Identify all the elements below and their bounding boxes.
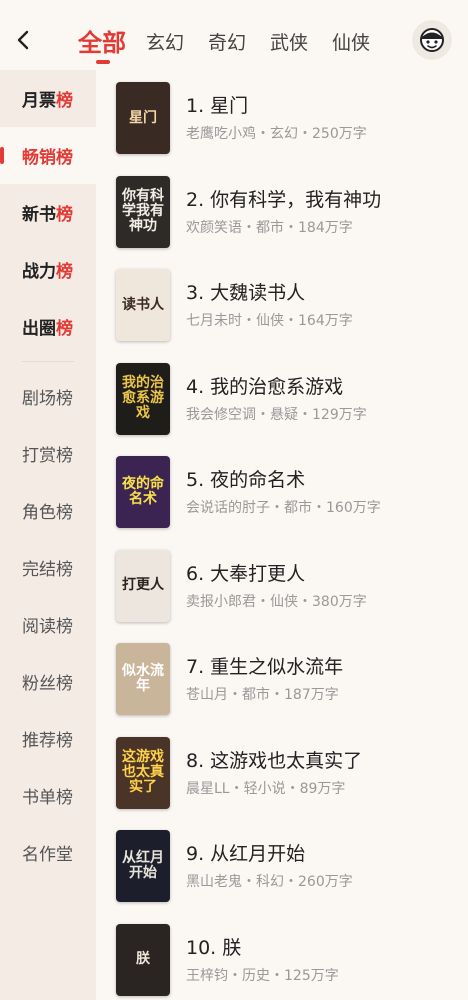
- book-title[interactable]: 8. 这游戏也太真实了: [186, 746, 362, 773]
- cover-title-art: 打更人: [122, 577, 164, 593]
- sidebar-item-monthly-ticket[interactable]: 月票榜: [0, 70, 96, 127]
- sidebar-item-label-suffix: 榜: [56, 262, 73, 282]
- book-meta: 欢颜笑语・都市・184万字: [186, 219, 353, 236]
- category-tabs: 全部 玄幻 奇幻 武侠 仙侠: [70, 16, 394, 64]
- sidebar-item-label: 月票: [22, 91, 56, 111]
- book-item[interactable]: 我的治愈系游戏 4. 我的治愈系游戏 我会修空调・悬疑・129万字: [96, 351, 468, 445]
- book-cover[interactable]: 你有科学我有神功: [116, 175, 170, 248]
- sidebar-item-label: 出圈: [22, 319, 56, 339]
- book-item[interactable]: 打更人 6. 大奉打更人 卖报小郎君・仙侠・380万字: [96, 538, 468, 632]
- sidebar-item-fans[interactable]: 粉丝榜: [0, 653, 96, 710]
- book-ranking-list: 星门 1. 星门 老鹰吃小鸡・玄幻・250万字 你有科学我有神功 2. 你有科学…: [96, 70, 468, 1000]
- book-title[interactable]: 3. 大魏读书人: [186, 278, 305, 305]
- book-item[interactable]: 这游戏也太真实了 8. 这游戏也太真实了 晨星LL・轻小说・89万字: [96, 725, 468, 819]
- cover-title-art: 读书人: [122, 296, 164, 313]
- cover-title-art: 你有科学我有神功: [122, 188, 164, 234]
- cover-title-art: 星门: [129, 109, 157, 126]
- book-meta: 晨星LL・轻小说・89万字: [186, 780, 346, 797]
- book-meta: 苍山月・都市・187万字: [186, 687, 339, 703]
- chevron-left-icon: [17, 30, 29, 50]
- book-item[interactable]: 读书人 3. 大魏读书人 七月未时・仙侠・164万字: [96, 257, 468, 351]
- sidebar-item-reading[interactable]: 阅读榜: [0, 596, 96, 653]
- book-meta: 卖报小郎君・仙侠・380万字: [186, 593, 367, 610]
- sidebar-item-tips[interactable]: 打赏榜: [0, 425, 96, 482]
- cover-title-art: 似水流年: [122, 663, 164, 694]
- sidebar-item-bestseller[interactable]: 畅销榜: [0, 127, 96, 184]
- back-button[interactable]: [6, 20, 42, 60]
- sidebar-item-masterpieces[interactable]: 名作堂: [0, 824, 96, 881]
- book-cover[interactable]: 星门: [116, 82, 170, 154]
- sidebar-item-label-suffix: 榜: [56, 205, 73, 225]
- book-title[interactable]: 9. 从红月开始: [186, 839, 305, 866]
- book-meta: 我会修空调・悬疑・129万字: [186, 406, 367, 423]
- book-cover[interactable]: 似水流年: [116, 643, 170, 715]
- monkey-face-icon: [420, 28, 444, 52]
- tab-all[interactable]: 全部: [70, 30, 126, 64]
- book-cover[interactable]: 我的治愈系游戏: [116, 362, 170, 435]
- book-title[interactable]: 2. 你有科学，我有神功: [186, 185, 381, 212]
- book-cover[interactable]: 打更人: [116, 549, 170, 622]
- sidebar-item-characters[interactable]: 角色榜: [0, 482, 96, 539]
- sidebar-divider: [22, 361, 74, 362]
- cover-title-art: 这游戏也太真实了: [122, 749, 164, 795]
- sidebar-item-power[interactable]: 战力榜: [0, 241, 96, 298]
- cover-title-art: 夜的命名术: [122, 476, 164, 507]
- tab-wuxia[interactable]: 武侠: [270, 30, 308, 64]
- book-item[interactable]: 似水流年 7. 重生之似水流年 苍山月・都市・187万字: [96, 631, 468, 725]
- book-cover[interactable]: 夜的命名术: [116, 456, 170, 528]
- book-item[interactable]: 朕 10. 朕 王梓钧・历史・125万字: [96, 912, 468, 1000]
- book-title[interactable]: 7. 重生之似水流年: [186, 652, 343, 679]
- avatar[interactable]: [412, 20, 452, 60]
- cover-title-art: 我的治愈系游戏: [122, 375, 164, 421]
- book-meta: 黑山老鬼・科幻・260万字: [186, 874, 353, 890]
- book-meta: 王梓钧・历史・125万字: [186, 967, 339, 984]
- book-meta: 老鹰吃小鸡・玄幻・250万字: [186, 126, 367, 142]
- book-item[interactable]: 夜的命名术 5. 夜的命名术 会说话的肘子・都市・160万字: [96, 444, 468, 538]
- sidebar-item-new-books[interactable]: 新书榜: [0, 184, 96, 241]
- book-title[interactable]: 10. 朕: [186, 933, 241, 960]
- sidebar-item-theater[interactable]: 剧场榜: [0, 368, 96, 425]
- book-cover[interactable]: 朕: [116, 923, 170, 996]
- sidebar-item-label: 畅销榜: [22, 148, 73, 168]
- cover-title-art: 从红月开始: [122, 850, 164, 881]
- book-cover[interactable]: 这游戏也太真实了: [116, 736, 170, 809]
- sidebar-item-recommend[interactable]: 推荐榜: [0, 710, 96, 767]
- book-title[interactable]: 1. 星门: [186, 91, 248, 118]
- book-meta: 会说话的肘子・都市・160万字: [186, 500, 381, 516]
- book-cover[interactable]: 读书人: [116, 269, 170, 341]
- cover-title-art: 朕: [136, 951, 150, 967]
- sidebar-item-label: 新书: [22, 205, 56, 225]
- book-title[interactable]: 6. 大奉打更人: [186, 559, 305, 586]
- tab-xianxia[interactable]: 仙侠: [332, 30, 370, 64]
- book-title[interactable]: 5. 夜的命名术: [186, 465, 305, 492]
- top-bar: 全部 玄幻 奇幻 武侠 仙侠: [0, 0, 468, 70]
- sidebar-item-label-suffix: 榜: [56, 319, 73, 339]
- sidebar-item-label-suffix: 榜: [56, 91, 73, 111]
- tab-xuanhuan[interactable]: 玄幻: [146, 30, 184, 64]
- sidebar-item-viral[interactable]: 出圈榜: [0, 298, 96, 355]
- sidebar-item-booklist[interactable]: 书单榜: [0, 767, 96, 824]
- book-title[interactable]: 4. 我的治愈系游戏: [186, 372, 343, 399]
- sidebar-item-label: 战力: [22, 262, 56, 282]
- book-item[interactable]: 你有科学我有神功 2. 你有科学，我有神功 欢颜笑语・都市・184万字: [96, 164, 468, 258]
- sidebar-item-completed[interactable]: 完结榜: [0, 539, 96, 596]
- book-item[interactable]: 星门 1. 星门 老鹰吃小鸡・玄幻・250万字: [96, 70, 468, 164]
- book-meta: 七月未时・仙侠・164万字: [186, 313, 353, 329]
- tab-qihuan[interactable]: 奇幻: [208, 30, 246, 64]
- book-cover[interactable]: 从红月开始: [116, 830, 170, 902]
- book-item[interactable]: 从红月开始 9. 从红月开始 黑山老鬼・科幻・260万字: [96, 818, 468, 912]
- ranking-sidebar: 月票榜 畅销榜 新书榜 战力榜 出圈榜 剧场榜 打赏榜 角色榜 完结榜 阅读榜 …: [0, 70, 96, 1000]
